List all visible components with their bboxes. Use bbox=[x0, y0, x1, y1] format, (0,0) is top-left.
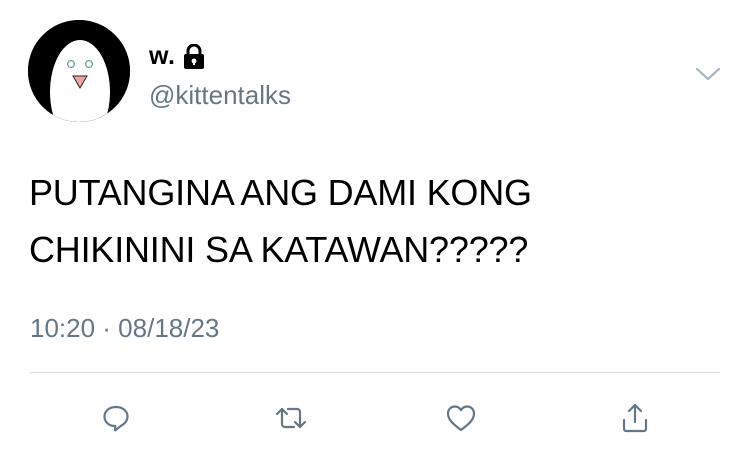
tweet-line: CHIKININI SA KATAWAN????? bbox=[29, 229, 529, 270]
divider bbox=[30, 372, 720, 373]
reply-button[interactable] bbox=[94, 396, 138, 440]
avatar[interactable] bbox=[28, 20, 130, 122]
like-button[interactable] bbox=[439, 396, 483, 440]
retweet-icon bbox=[275, 407, 307, 429]
tweet-text: PUTANGINA ANG DAMI KONG CHIKININI SA KAT… bbox=[29, 164, 709, 278]
tweet-line: PUTANGINA ANG DAMI KONG bbox=[29, 172, 532, 213]
share-button[interactable] bbox=[613, 396, 657, 440]
lock-icon bbox=[183, 43, 205, 70]
retweet-button[interactable] bbox=[269, 396, 313, 440]
reply-icon bbox=[103, 405, 129, 432]
chevron-down-icon[interactable] bbox=[694, 64, 722, 84]
heart-icon bbox=[446, 405, 476, 432]
user-handle[interactable]: @kittentalks bbox=[149, 80, 291, 111]
tweet-timestamp[interactable]: 10:20 · 08/18/23 bbox=[30, 313, 219, 344]
share-icon bbox=[622, 403, 648, 433]
display-name[interactable]: w. bbox=[149, 42, 175, 71]
